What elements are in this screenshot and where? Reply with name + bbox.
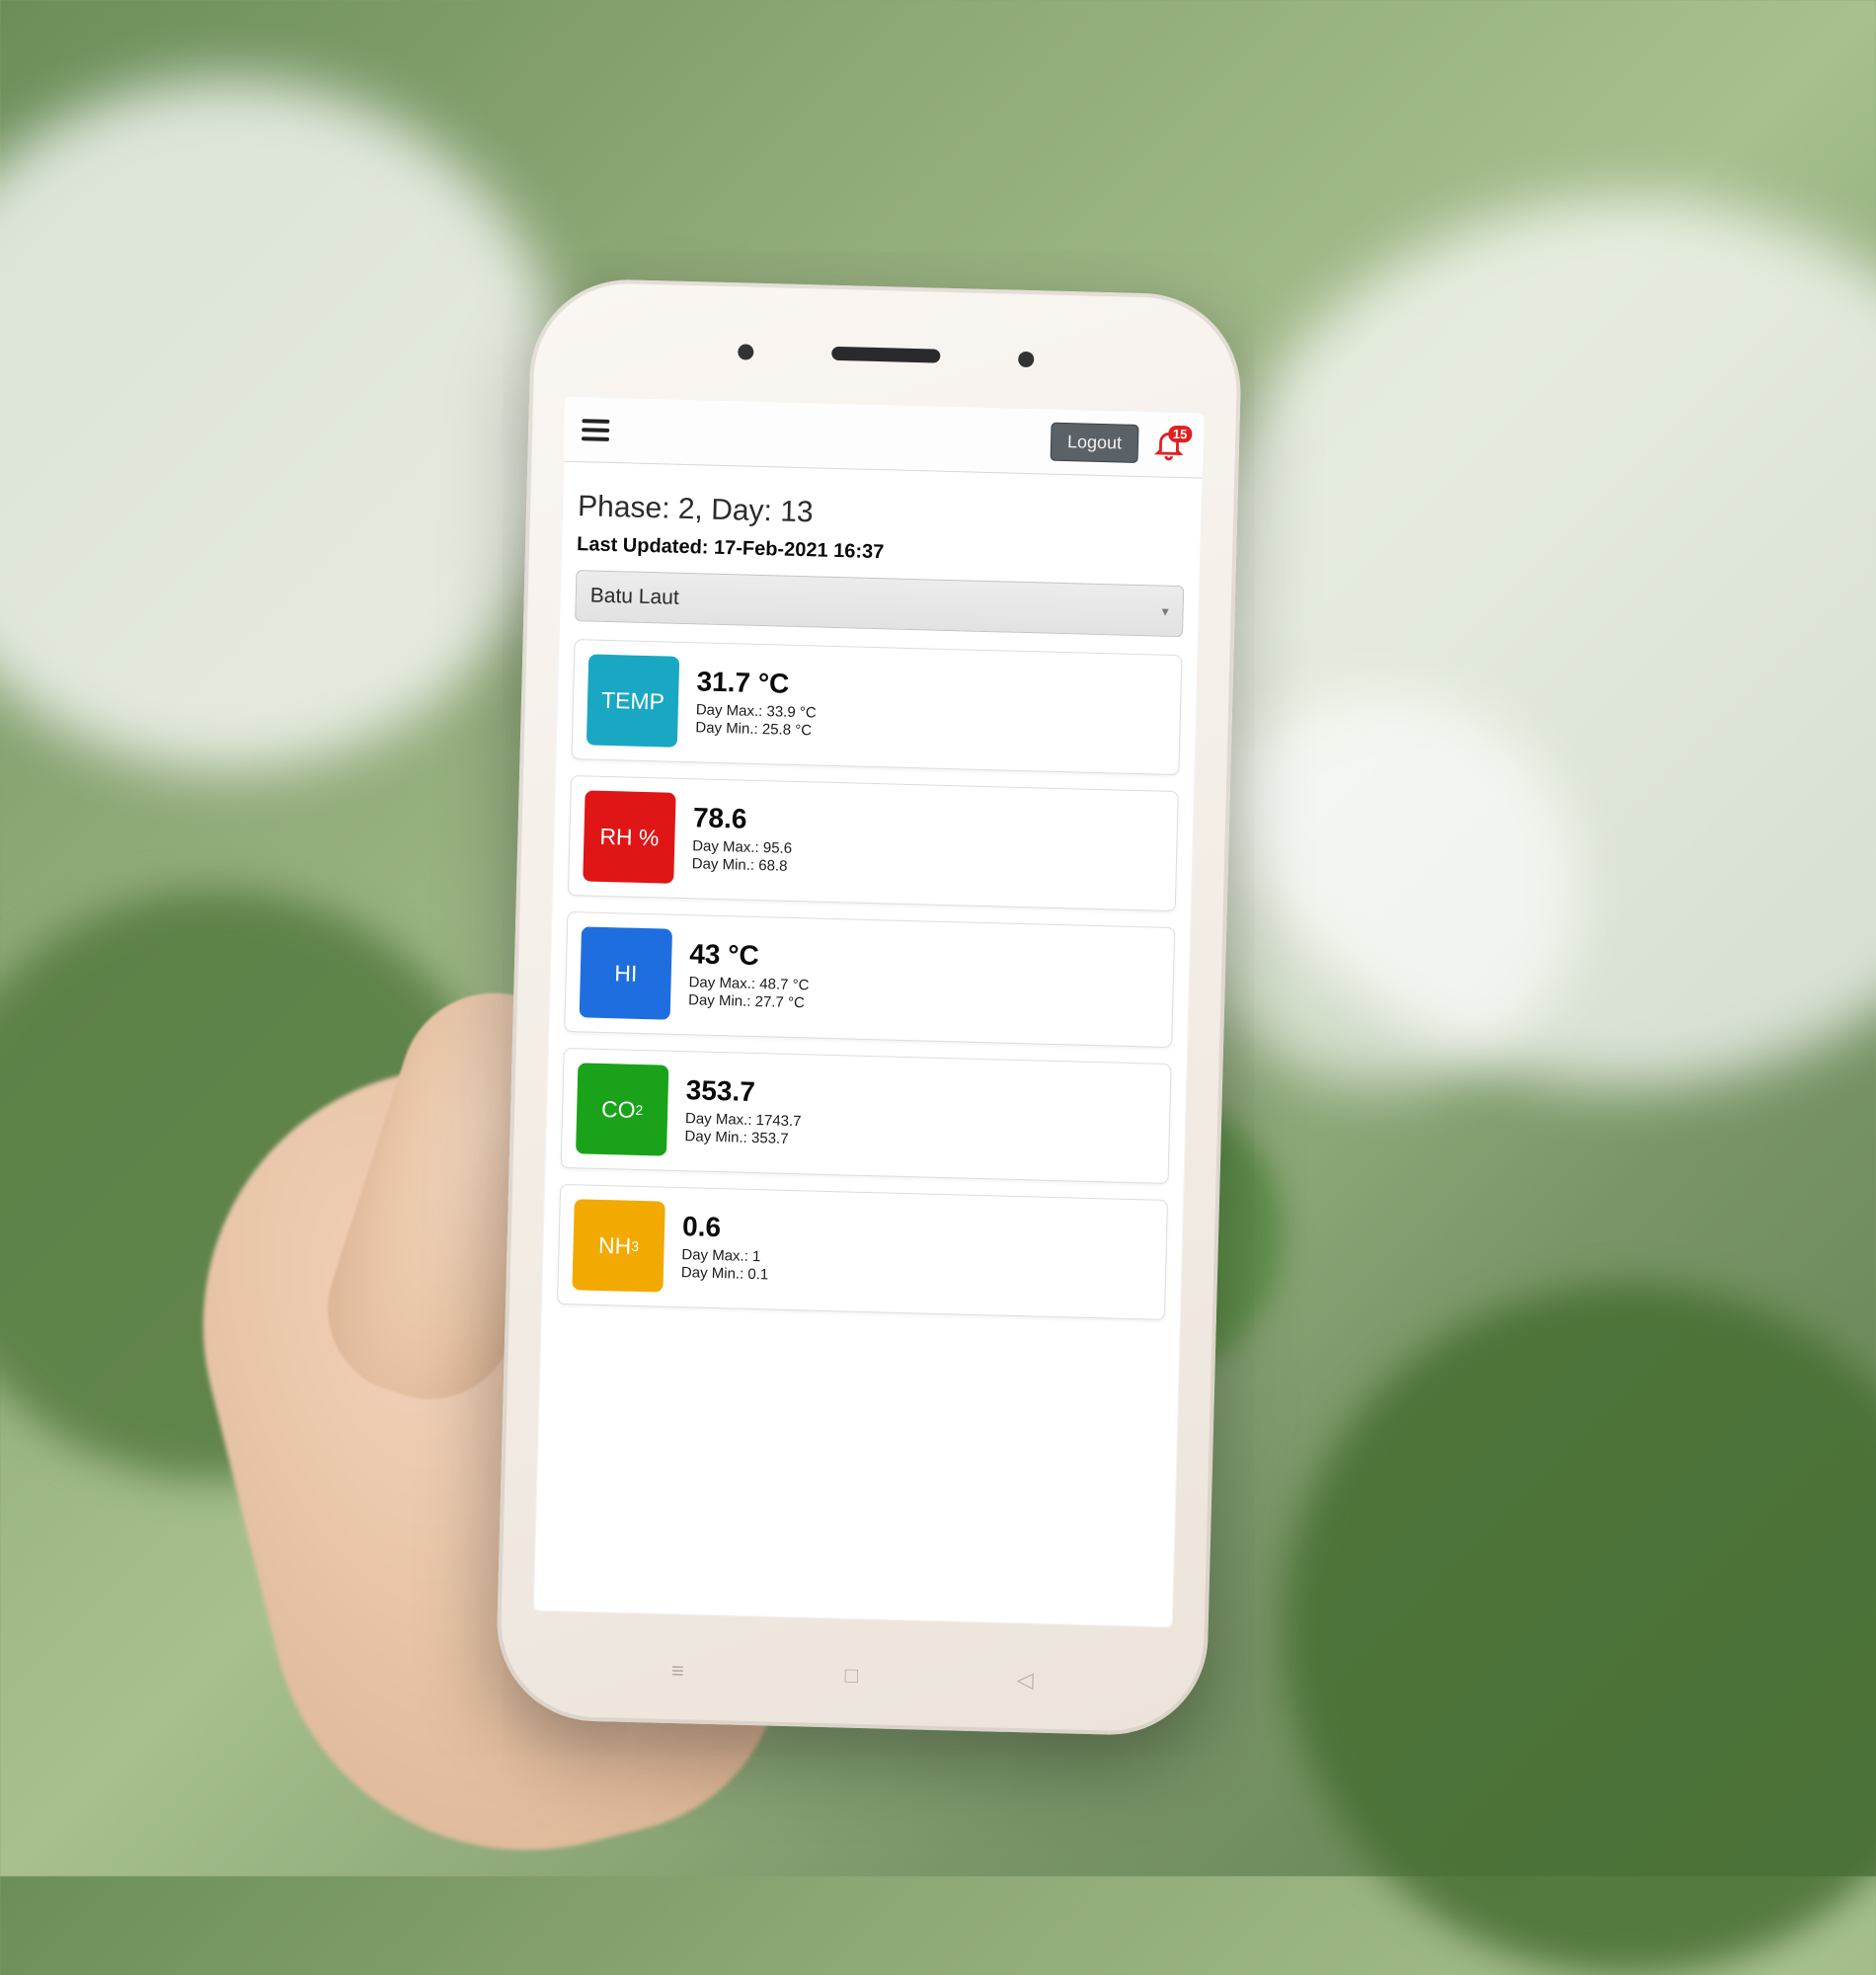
nav-recent-icon[interactable]: ≡ <box>664 1658 692 1685</box>
metric-day-min: Day Min.: 353.7 <box>684 1129 801 1150</box>
phone-nav-bar: ≡ □ ◁ <box>664 1658 1040 1694</box>
last-updated-label: Last Updated: 17-Feb-2021 16:37 <box>577 533 1185 572</box>
metric-card-nh3[interactable]: NH3 0.6 Day Max.: 1 Day Min.: 0.1 <box>557 1184 1168 1320</box>
metric-day-max: Day Max.: 1 <box>681 1246 769 1267</box>
phone-sensor <box>738 344 753 359</box>
metric-card-co2[interactable]: CO2 353.7 Day Max.: 1743.7 Day Min.: 353… <box>561 1048 1172 1184</box>
phone-sensor <box>1018 352 1034 367</box>
nav-back-icon[interactable]: ◁ <box>1011 1667 1040 1694</box>
nav-home-icon[interactable]: □ <box>837 1662 866 1689</box>
notification-badge: 15 <box>1168 425 1193 442</box>
notifications-icon[interactable]: 15 <box>1152 428 1187 462</box>
metric-value: 0.6 <box>682 1212 770 1244</box>
metric-badge: RH % <box>583 790 675 883</box>
metric-badge: TEMP <box>586 654 679 747</box>
phone-speaker <box>831 347 940 363</box>
metric-value: 78.6 <box>693 803 794 835</box>
metric-day-min: Day Min.: 68.8 <box>691 856 791 877</box>
phase-day-title: Phase: 2, Day: 13 <box>578 490 1187 539</box>
phone-screen: Logout 15 Phase: 2, Day: 13 Last Updated… <box>533 397 1205 1628</box>
metric-badge: CO2 <box>576 1063 668 1155</box>
metric-day-min: Day Min.: 27.7 °C <box>688 992 809 1014</box>
location-selected-value: Batu Laut <box>589 584 679 609</box>
chevron-down-icon: ▾ <box>1161 602 1168 619</box>
metric-badge: HI <box>580 926 672 1019</box>
metric-value: 353.7 <box>685 1075 802 1109</box>
app-content: Phase: 2, Day: 13 Last Updated: 17-Feb-2… <box>540 462 1203 1345</box>
logout-button[interactable]: Logout <box>1050 423 1138 463</box>
metric-card-rh[interactable]: RH % 78.6 Day Max.: 95.6 Day Min.: 68.8 <box>568 775 1179 911</box>
location-dropdown[interactable]: Batu Laut ▾ <box>575 570 1184 637</box>
metric-card-hi[interactable]: HI 43 °C Day Max.: 48.7 °C Day Min.: 27.… <box>564 911 1175 1048</box>
metric-card-temp[interactable]: TEMP 31.7 °C Day Max.: 33.9 °C Day Min.:… <box>571 639 1182 775</box>
metric-day-min: Day Min.: 25.8 °C <box>695 720 816 742</box>
metric-value: 31.7 °C <box>696 667 818 700</box>
phone-frame: Logout 15 Phase: 2, Day: 13 Last Updated… <box>495 277 1243 1737</box>
metric-day-min: Day Min.: 0.1 <box>681 1265 769 1286</box>
menu-icon[interactable] <box>582 419 610 441</box>
metric-badge: NH3 <box>572 1199 664 1292</box>
metric-value: 43 °C <box>689 939 811 973</box>
